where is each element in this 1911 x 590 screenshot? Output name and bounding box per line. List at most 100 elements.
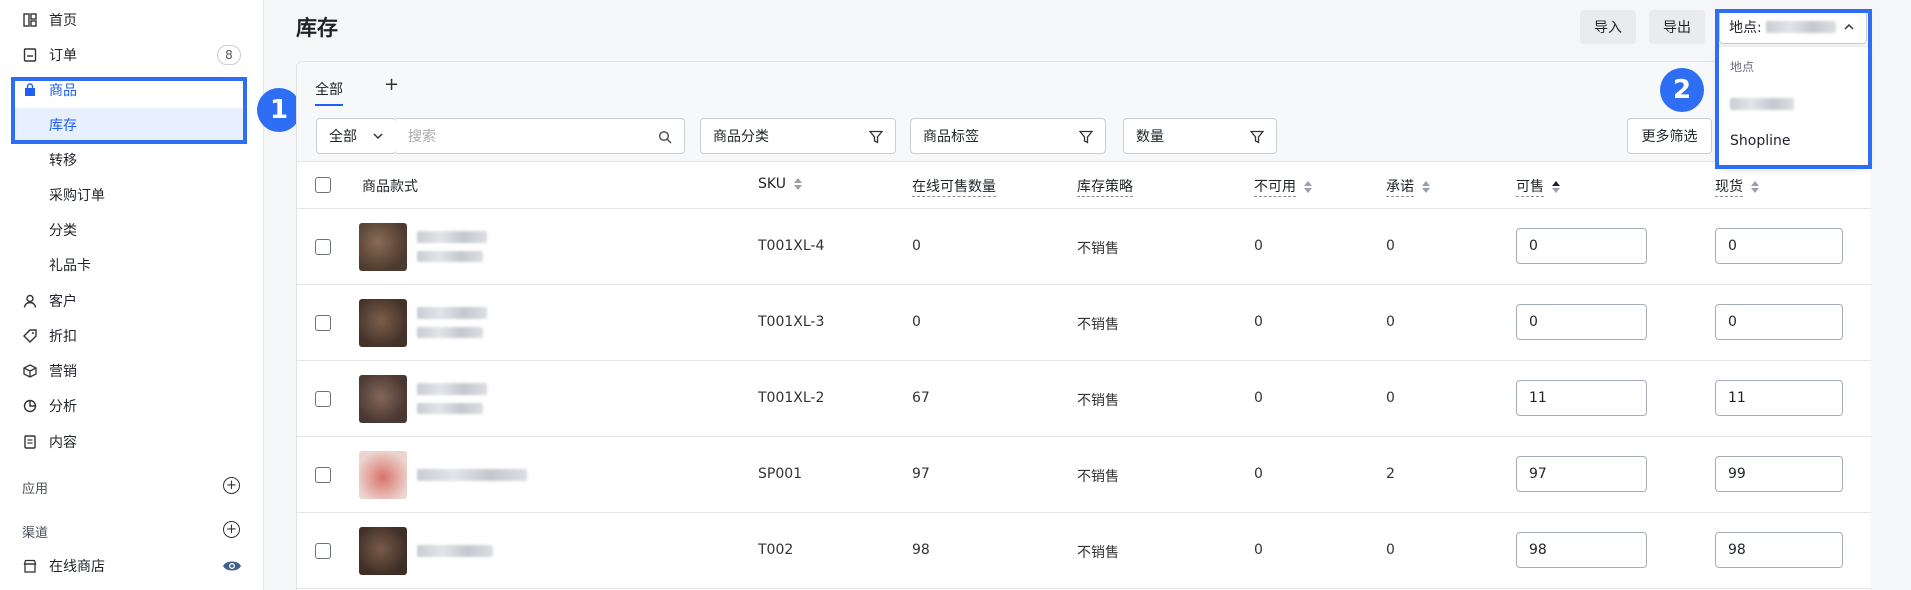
sort-asc-icon xyxy=(1552,180,1560,193)
highlight-box-products xyxy=(11,77,247,144)
search-icon xyxy=(658,130,672,144)
column-online-qty: 在线可售数量 xyxy=(912,176,996,197)
sidebar-item-content[interactable]: 内容 xyxy=(0,425,264,459)
doc-icon xyxy=(22,434,38,450)
available-qty-input[interactable]: 0 xyxy=(1516,304,1647,340)
sidebar-item-discounts[interactable]: 折扣 xyxy=(0,319,264,353)
all-filter-dropdown[interactable]: 全部 xyxy=(316,118,397,154)
policy-cell: 不销售 xyxy=(1077,469,1119,485)
column-sku[interactable]: SKU xyxy=(758,176,802,192)
row-checkbox[interactable] xyxy=(315,391,331,407)
product-name-blurred xyxy=(417,383,487,395)
committed-cell: 0 xyxy=(1386,314,1395,330)
column-product: 商品款式 xyxy=(362,179,418,195)
category-filter-label: 商品分类 xyxy=(713,129,769,145)
store-icon xyxy=(22,558,38,574)
row-checkbox[interactable] xyxy=(315,467,331,483)
sidebar-item-analytics[interactable]: 分析 xyxy=(0,389,264,423)
sort-icon xyxy=(1422,180,1430,193)
product-name-blurred xyxy=(417,469,527,481)
export-button[interactable]: 导出 xyxy=(1649,10,1705,44)
sidebar-item-label: 分析 xyxy=(49,399,77,415)
product-name-blurred xyxy=(417,545,493,557)
online-qty-cell: 0 xyxy=(912,238,921,254)
sidebar-item-label: 内容 xyxy=(49,435,77,451)
quantity-filter[interactable]: 数量 xyxy=(1123,118,1277,154)
unavailable-cell: 0 xyxy=(1254,390,1263,406)
search-placeholder: 搜索 xyxy=(408,129,436,145)
product-thumbnail xyxy=(359,451,407,499)
sidebar-item-customers[interactable]: 客户 xyxy=(0,284,264,318)
search-input[interactable]: 搜索 xyxy=(396,118,685,154)
available-qty-input[interactable]: 97 xyxy=(1516,456,1647,492)
sidebar-item-home[interactable]: 首页 xyxy=(0,3,264,37)
committed-cell: 0 xyxy=(1386,390,1395,406)
committed-cell: 0 xyxy=(1386,542,1395,558)
row-checkbox[interactable] xyxy=(315,543,331,559)
sidebar-item-collections[interactable]: 分类 xyxy=(0,213,264,247)
person-icon xyxy=(22,293,38,309)
on-hand-qty-input[interactable]: 11 xyxy=(1715,380,1843,416)
sidebar-item-online-store[interactable]: 在线商店 xyxy=(0,549,264,583)
tab-all[interactable]: 全部 xyxy=(315,79,343,106)
add-tab-button[interactable]: + xyxy=(384,74,399,95)
row-checkbox[interactable] xyxy=(315,239,331,255)
online-qty-cell: 67 xyxy=(912,390,930,406)
cube-icon xyxy=(22,363,38,379)
available-qty-input[interactable]: 11 xyxy=(1516,380,1647,416)
table-row[interactable]: SP001 97 不销售 0 2 97 99 xyxy=(297,437,1872,513)
category-filter[interactable]: 商品分类 xyxy=(700,118,896,154)
more-filters-button[interactable]: 更多筛选 xyxy=(1627,118,1712,154)
committed-cell: 2 xyxy=(1386,466,1395,482)
product-variant-blurred xyxy=(417,403,483,414)
table-row[interactable]: T001XL-2 67 不销售 0 0 11 11 xyxy=(297,361,1872,437)
sidebar-item-gift-cards[interactable]: 礼品卡 xyxy=(0,248,264,282)
sidebar-item-transfers[interactable]: 转移 xyxy=(0,143,264,177)
on-hand-qty-input[interactable]: 0 xyxy=(1715,304,1843,340)
policy-cell: 不销售 xyxy=(1077,317,1119,333)
sidebar-item-label: 客户 xyxy=(49,294,77,310)
add-channel-icon[interactable]: + xyxy=(223,521,240,538)
sidebar-item-label: 转移 xyxy=(49,153,77,169)
product-thumbnail xyxy=(359,375,407,423)
step-1-marker: 1 xyxy=(257,88,301,132)
product-thumbnail xyxy=(359,223,407,271)
import-button[interactable]: 导入 xyxy=(1580,10,1636,44)
step-2-marker: 2 xyxy=(1660,68,1704,112)
product-thumbnail xyxy=(359,299,407,347)
column-committed[interactable]: 承诺 xyxy=(1386,176,1430,197)
tags-filter[interactable]: 商品标签 xyxy=(910,118,1106,154)
select-all-checkbox[interactable] xyxy=(315,177,331,193)
sidebar-item-label: 礼品卡 xyxy=(49,258,91,274)
sidebar-item-label: 订单 xyxy=(49,48,77,64)
sku-cell: SP001 xyxy=(758,466,803,482)
filter-icon xyxy=(868,130,884,144)
table-row[interactable]: T001XL-3 0 不销售 0 0 0 0 xyxy=(297,285,1872,361)
add-app-icon[interactable]: + xyxy=(223,477,240,494)
product-variant-blurred xyxy=(417,327,483,338)
available-qty-input[interactable]: 0 xyxy=(1516,228,1647,264)
dashboard-icon xyxy=(22,12,38,28)
tabs-bar: 全部 + 全部 搜索 商品分类 商品标签 数量 更多筛选 xyxy=(297,62,1870,162)
column-unavailable[interactable]: 不可用 xyxy=(1254,176,1312,197)
sidebar-item-marketing[interactable]: 营销 xyxy=(0,354,264,388)
table-row[interactable]: T001XL-4 0 不销售 0 0 0 0 xyxy=(297,209,1872,285)
on-hand-qty-input[interactable]: 0 xyxy=(1715,228,1843,264)
eye-icon[interactable] xyxy=(222,556,242,576)
row-checkbox[interactable] xyxy=(315,315,331,331)
tags-filter-label: 商品标签 xyxy=(923,129,979,145)
on-hand-qty-input[interactable]: 99 xyxy=(1715,456,1843,492)
filter-icon xyxy=(1249,130,1265,144)
unavailable-cell: 0 xyxy=(1254,466,1263,482)
table-row[interactable]: T002 98 不销售 0 0 98 98 xyxy=(297,513,1872,589)
column-available[interactable]: 可售 xyxy=(1516,176,1560,197)
sidebar-item-label: 采购订单 xyxy=(49,188,105,204)
sidebar-item-purchase-orders[interactable]: 采购订单 xyxy=(0,178,264,212)
on-hand-qty-input[interactable]: 98 xyxy=(1715,532,1843,568)
sort-icon xyxy=(793,178,802,190)
policy-cell: 不销售 xyxy=(1077,545,1119,561)
available-qty-input[interactable]: 98 xyxy=(1516,532,1647,568)
apps-section-label: 应用 xyxy=(22,482,49,497)
sidebar-item-orders[interactable]: 订单 8 xyxy=(0,38,264,72)
column-on-hand[interactable]: 现货 xyxy=(1715,176,1759,197)
